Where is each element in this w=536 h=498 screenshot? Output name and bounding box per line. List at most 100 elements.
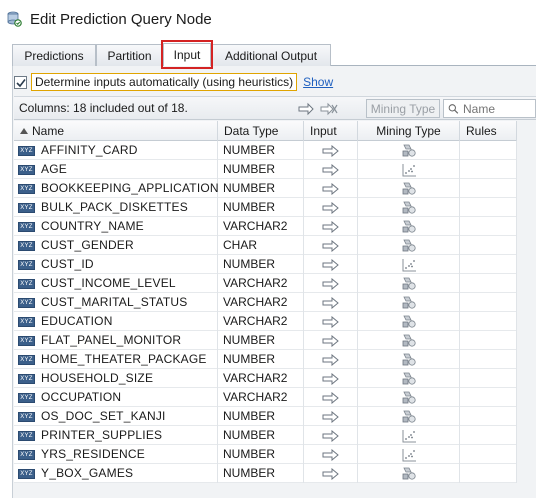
cell-rules[interactable] [460, 293, 517, 312]
right-arrow-icon[interactable] [322, 163, 340, 176]
table-row[interactable]: XYZ BOOKKEEPING_APPLICATION NUMBER [14, 179, 517, 198]
right-arrow-icon[interactable] [322, 334, 340, 347]
right-arrow-icon[interactable] [322, 448, 340, 461]
cell-rules[interactable] [460, 369, 517, 388]
cell-input[interactable] [304, 312, 358, 331]
cell-input[interactable] [304, 141, 358, 160]
cell-mining-type[interactable] [358, 312, 460, 331]
header-name[interactable]: Name [14, 121, 218, 141]
cell-input[interactable] [304, 274, 358, 293]
cell-mining-type[interactable] [358, 236, 460, 255]
tab-additional-output[interactable]: Additional Output [211, 44, 331, 66]
cell-rules[interactable] [460, 179, 517, 198]
cell-rules[interactable] [460, 160, 517, 179]
cell-rules[interactable] [460, 312, 517, 331]
table-row[interactable]: XYZ PRINTER_SUPPLIES NUMBER [14, 426, 517, 445]
cell-rules[interactable] [460, 217, 517, 236]
table-row[interactable]: XYZ CUST_GENDER CHAR [14, 236, 517, 255]
cell-mining-type[interactable] [358, 464, 460, 483]
table-row[interactable]: XYZ YRS_RESIDENCE NUMBER [14, 445, 517, 464]
cell-mining-type[interactable] [358, 293, 460, 312]
cell-input[interactable] [304, 426, 358, 445]
cell-mining-type[interactable] [358, 141, 460, 160]
mining-type-button[interactable]: Mining Type [366, 99, 440, 118]
heuristics-label[interactable]: Determine inputs automatically (using he… [31, 73, 298, 91]
table-row[interactable]: XYZ Y_BOX_GAMES NUMBER [14, 464, 517, 483]
cell-input[interactable] [304, 160, 358, 179]
table-row[interactable]: XYZ AGE NUMBER [14, 160, 517, 179]
right-arrow-icon[interactable] [322, 182, 340, 195]
cell-mining-type[interactable] [358, 445, 460, 464]
right-arrow-icon[interactable] [322, 315, 340, 328]
cell-input[interactable] [304, 331, 358, 350]
cell-rules[interactable] [460, 331, 517, 350]
table-row[interactable]: XYZ AFFINITY_CARD NUMBER [14, 141, 517, 160]
table-row[interactable]: XYZ HOUSEHOLD_SIZE VARCHAR2 [14, 369, 517, 388]
tab-partition[interactable]: Partition [96, 44, 163, 66]
cell-mining-type[interactable] [358, 407, 460, 426]
cell-input[interactable] [304, 369, 358, 388]
right-arrow-icon[interactable] [322, 277, 340, 290]
table-row[interactable]: XYZ OCCUPATION VARCHAR2 [14, 388, 517, 407]
right-arrow-icon[interactable] [322, 258, 340, 271]
cell-mining-type[interactable] [358, 255, 460, 274]
header-rules[interactable]: Rules [460, 121, 517, 141]
right-arrow-icon[interactable] [322, 353, 340, 366]
header-data-type[interactable]: Data Type [218, 121, 304, 141]
cell-mining-type[interactable] [358, 369, 460, 388]
show-link[interactable]: Show [303, 75, 333, 89]
cell-rules[interactable] [460, 274, 517, 293]
search-box[interactable] [443, 99, 536, 118]
cell-mining-type[interactable] [358, 160, 460, 179]
cell-mining-type[interactable] [358, 274, 460, 293]
cell-input[interactable] [304, 388, 358, 407]
cell-rules[interactable] [460, 407, 517, 426]
cell-mining-type[interactable] [358, 198, 460, 217]
cell-input[interactable] [304, 255, 358, 274]
include-arrow-icon[interactable] [298, 102, 314, 116]
cell-input[interactable] [304, 445, 358, 464]
cell-mining-type[interactable] [358, 426, 460, 445]
cell-input[interactable] [304, 350, 358, 369]
cell-rules[interactable] [460, 445, 517, 464]
right-arrow-icon[interactable] [322, 201, 340, 214]
cell-input[interactable] [304, 236, 358, 255]
cell-mining-type[interactable] [358, 350, 460, 369]
table-row[interactable]: XYZ COUNTRY_NAME VARCHAR2 [14, 217, 517, 236]
cell-input[interactable] [304, 198, 358, 217]
cell-rules[interactable] [460, 236, 517, 255]
cell-rules[interactable] [460, 464, 517, 483]
exclude-arrow-icon[interactable] [320, 102, 338, 116]
cell-mining-type[interactable] [358, 388, 460, 407]
right-arrow-icon[interactable] [322, 372, 340, 385]
search-input[interactable] [463, 101, 535, 116]
right-arrow-icon[interactable] [322, 144, 340, 157]
heuristics-checkbox[interactable] [14, 75, 27, 89]
table-row[interactable]: XYZ BULK_PACK_DISKETTES NUMBER [14, 198, 517, 217]
right-arrow-icon[interactable] [322, 239, 340, 252]
header-input[interactable]: Input [304, 121, 358, 141]
right-arrow-icon[interactable] [322, 410, 340, 423]
right-arrow-icon[interactable] [322, 391, 340, 404]
header-mining-type[interactable]: Mining Type [358, 121, 460, 141]
cell-rules[interactable] [460, 388, 517, 407]
table-row[interactable]: XYZ CUST_ID NUMBER [14, 255, 517, 274]
cell-mining-type[interactable] [358, 217, 460, 236]
cell-rules[interactable] [460, 255, 517, 274]
table-row[interactable]: XYZ CUST_INCOME_LEVEL VARCHAR2 [14, 274, 517, 293]
cell-input[interactable] [304, 179, 358, 198]
table-row[interactable]: XYZ EDUCATION VARCHAR2 [14, 312, 517, 331]
table-row[interactable]: XYZ HOME_THEATER_PACKAGE NUMBER [14, 350, 517, 369]
cell-input[interactable] [304, 464, 358, 483]
cell-mining-type[interactable] [358, 331, 460, 350]
right-arrow-icon[interactable] [322, 429, 340, 442]
tab-predictions[interactable]: Predictions [12, 44, 96, 66]
right-arrow-icon[interactable] [322, 220, 340, 233]
right-arrow-icon[interactable] [322, 296, 340, 309]
cell-input[interactable] [304, 407, 358, 426]
right-arrow-icon[interactable] [322, 467, 340, 480]
cell-input[interactable] [304, 293, 358, 312]
cell-rules[interactable] [460, 141, 517, 160]
cell-rules[interactable] [460, 350, 517, 369]
table-row[interactable]: XYZ FLAT_PANEL_MONITOR NUMBER [14, 331, 517, 350]
